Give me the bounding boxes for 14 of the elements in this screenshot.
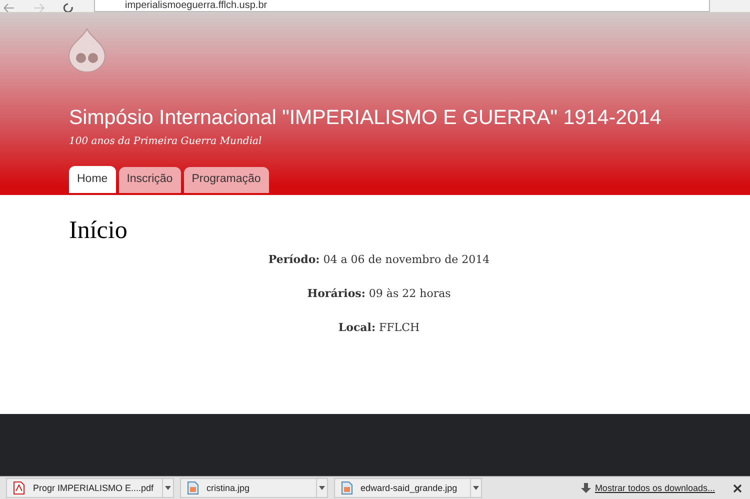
info-line: Local: FFLCH bbox=[337, 321, 421, 334]
site-title[interactable]: Simpósio Internacional "IMPERIALISMO E GUERRA" 1914-2014 bbox=[69, 106, 689, 130]
nav-tab[interactable]: Programação bbox=[184, 167, 269, 193]
info-line: Período: 04 a 06 de novembro de 2014 bbox=[267, 253, 491, 266]
nav-tab[interactable]: Inscrição bbox=[118, 167, 181, 193]
page-heading: Início bbox=[69, 217, 128, 245]
download-item[interactable]: cristina.jpg bbox=[180, 478, 328, 498]
address-bar[interactable]: imperialismoeguerra.fflch.usp.br bbox=[94, 0, 710, 12]
show-all-downloads-link[interactable]: Mostrar todos os downloads... bbox=[594, 483, 715, 493]
download-item[interactable]: edward-said_grande.jpg bbox=[334, 478, 482, 498]
download-item[interactable]: Progr IMPERIALISMO E....pdf bbox=[6, 478, 174, 498]
site-slogan: 100 anos da Primeira Guerra Mundial bbox=[69, 136, 263, 147]
info-line: Horários: 09 às 22 horas bbox=[306, 287, 452, 300]
nav-tab[interactable]: Home bbox=[69, 166, 116, 193]
